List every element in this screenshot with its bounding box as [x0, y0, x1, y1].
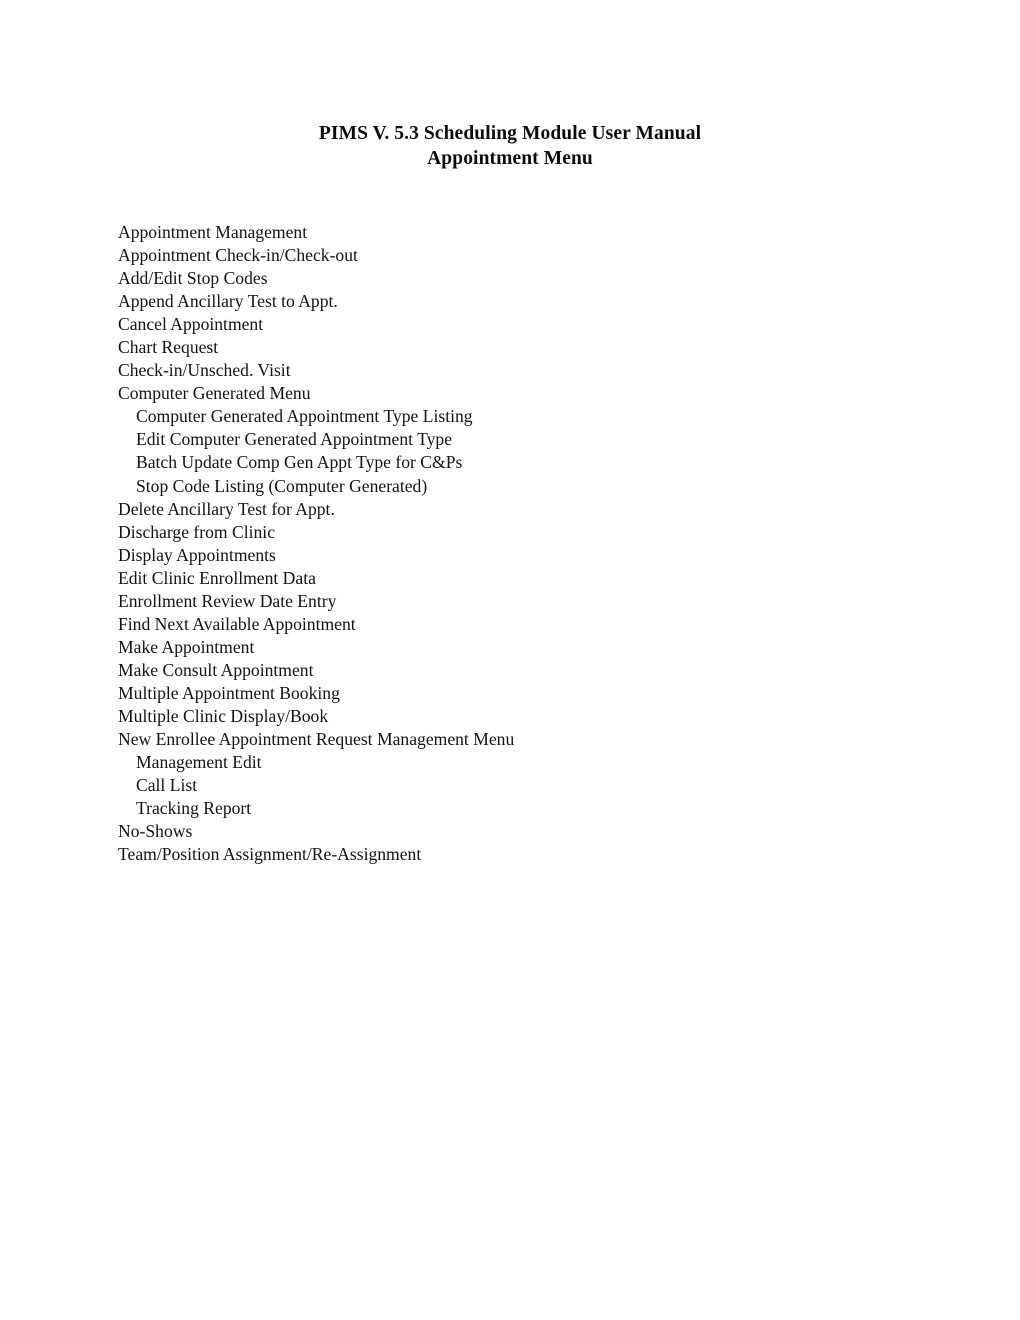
menu-item: Team/Position Assignment/Re-Assignment	[118, 844, 422, 865]
page-title-line-2: Appointment Menu	[427, 148, 593, 169]
menu-item: Edit Computer Generated Appointment Type	[136, 429, 453, 450]
menu-item: Batch Update Comp Gen Appt Type for C&Ps	[136, 452, 463, 473]
menu-item: Management Edit	[136, 752, 262, 773]
menu-item: Discharge from Clinic	[118, 521, 276, 542]
menu-item: Enrollment Review Date Entry	[118, 590, 337, 611]
menu-item: Call List	[136, 775, 198, 796]
menu-item: Chart Request	[118, 337, 219, 358]
menu-item: Multiple Clinic Display/Book	[118, 705, 329, 726]
menu-item: Tracking Report	[136, 798, 252, 819]
menu-item: Appointment Management	[118, 222, 308, 242]
menu-item: Delete Ancillary Test for Appt.	[118, 498, 335, 519]
menu-item: Cancel Appointment	[118, 314, 264, 335]
menu-item: Check-in/Unsched. Visit	[118, 360, 291, 381]
menu-item: Computer Generated Appointment Type List…	[136, 406, 473, 427]
menu-item: No-Shows	[118, 821, 193, 842]
menu-item: Appointment Check-in/Check-out	[118, 245, 358, 266]
page-title-line-1: PIMS V. 5.3 Scheduling Module User Manua…	[318, 123, 702, 144]
menu-item: Edit Clinic Enrollment Data	[118, 567, 316, 588]
menu-item: Make Consult Appointment	[118, 659, 314, 680]
menu-item: Display Appointments	[118, 544, 276, 565]
menu-item: Find Next Available Appointment	[118, 613, 356, 634]
menu-item: Append Ancillary Test to Appt.	[118, 291, 338, 312]
menu-item: Stop Code Listing (Computer Generated)	[136, 475, 428, 496]
document-page: PIMS V. 5.3 Scheduling Module User Manua…	[0, 0, 1020, 1320]
appointment-menu-list: Appointment Management Appointment Check-…	[118, 221, 918, 866]
menu-item: Add/Edit Stop Codes	[118, 268, 268, 289]
menu-item: Computer Generated Menu	[118, 383, 311, 404]
menu-item: Multiple Appointment Booking	[118, 682, 340, 703]
menu-item: New Enrollee Appointment Request Managem…	[118, 729, 515, 750]
document-title-block: PIMS V. 5.3 Scheduling Module User Manua…	[0, 121, 1020, 171]
menu-item: Make Appointment	[118, 636, 255, 657]
